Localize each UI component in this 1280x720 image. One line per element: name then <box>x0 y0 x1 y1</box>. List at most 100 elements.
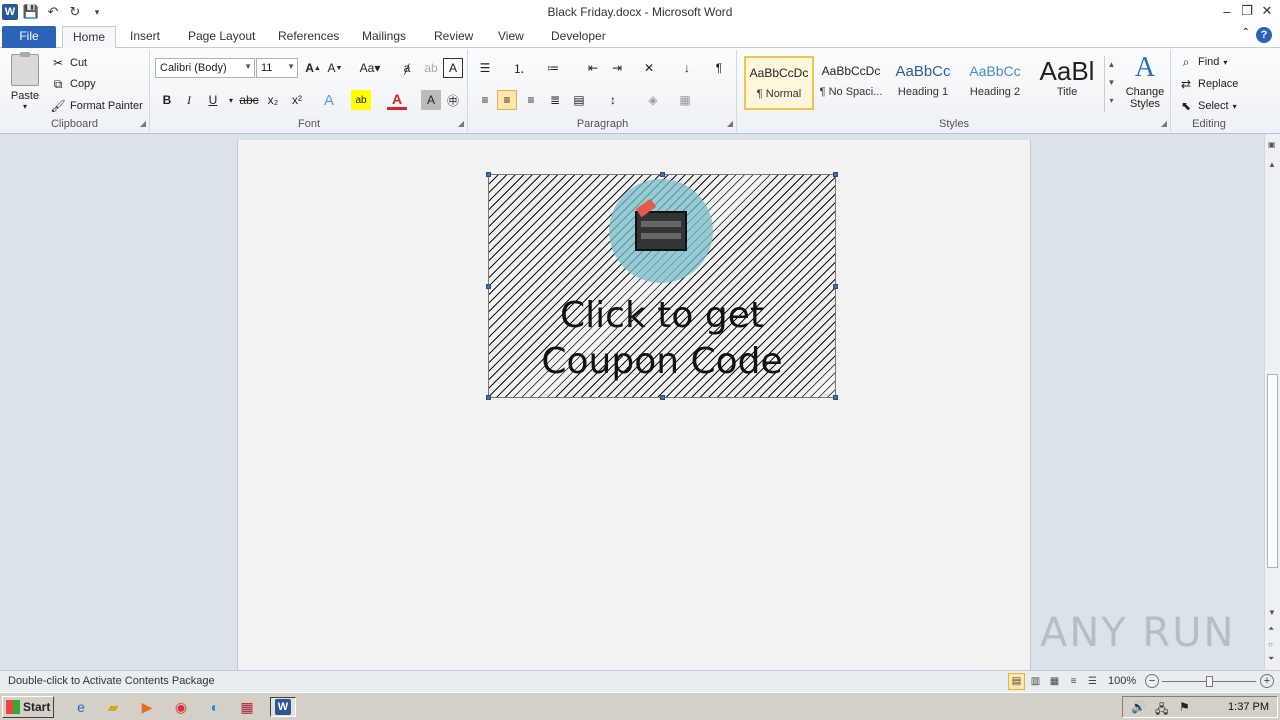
bullets-icon[interactable]: ☰ <box>475 58 495 78</box>
document-page[interactable]: Click to get Coupon Code <box>237 140 1031 670</box>
character-shading-icon[interactable]: A <box>421 90 441 110</box>
bold-button[interactable]: B <box>157 90 177 110</box>
tab-insert[interactable]: Insert <box>120 26 170 48</box>
resize-handle[interactable] <box>486 172 491 177</box>
tab-developer[interactable]: Developer <box>541 26 616 48</box>
line-spacing-icon[interactable]: ↕ <box>603 90 623 110</box>
justify-icon[interactable]: ≣ <box>545 90 565 110</box>
phonetic-guide-icon[interactable]: ab <box>421 58 441 78</box>
align-right-icon[interactable]: ≡ <box>521 90 541 110</box>
font-name-combo[interactable]: Calibri (Body) ▼ <box>155 58 255 78</box>
volume-icon[interactable]: 🔊 <box>1131 700 1146 714</box>
copy-button[interactable]: ⧉ Copy <box>50 74 96 94</box>
previous-page-icon[interactable]: ⏶ <box>1268 624 1274 634</box>
dialog-launcher-icon[interactable]: ◢ <box>458 119 464 128</box>
network-icon[interactable]: 🖧 <box>1155 700 1168 720</box>
embedded-package-object[interactable]: Click to get Coupon Code <box>486 172 838 400</box>
resize-handle[interactable] <box>660 172 665 177</box>
paste-button[interactable]: Paste ▾ <box>6 52 44 116</box>
word-taskbar-button[interactable]: W <box>270 697 296 717</box>
resize-handle[interactable] <box>833 395 838 400</box>
font-color-icon[interactable]: A <box>387 90 407 110</box>
minimize-icon[interactable]: – <box>1218 2 1236 20</box>
sort-icon[interactable]: ↓ <box>677 58 697 78</box>
ruler-toggle-icon[interactable]: ▣ <box>1268 140 1276 149</box>
asian-layout-icon[interactable]: ✕ <box>639 58 659 78</box>
underline-button[interactable]: U <box>203 90 223 110</box>
ie-icon[interactable]: e <box>70 697 92 717</box>
decrease-indent-icon[interactable]: ⇤ <box>583 58 603 78</box>
dialog-launcher-icon[interactable]: ◢ <box>140 119 146 128</box>
resize-handle[interactable] <box>660 395 665 400</box>
chrome-icon[interactable]: ◉ <box>170 697 192 717</box>
grow-font-icon[interactable]: A ▲ <box>303 58 323 78</box>
align-center-icon[interactable]: ≡ <box>497 90 517 110</box>
minimize-ribbon-icon[interactable]: ⌃ <box>1242 27 1250 43</box>
tab-file[interactable]: File <box>2 26 56 48</box>
edge-icon[interactable]: ◐ <box>204 697 226 717</box>
resize-handle[interactable] <box>833 172 838 177</box>
format-painter-button[interactable]: 🖌 Format Painter <box>50 96 142 116</box>
start-button[interactable]: Start <box>2 696 54 718</box>
style-normal[interactable]: AaBbCcDc ¶ Normal <box>744 56 814 110</box>
cut-button[interactable]: ✂ Cut <box>50 53 87 73</box>
text-effects-icon[interactable]: A <box>319 90 339 110</box>
resize-handle[interactable] <box>833 284 838 289</box>
strikethrough-button[interactable]: abc <box>237 90 261 110</box>
resize-handle[interactable] <box>486 284 491 289</box>
styles-scroll[interactable]: ▲ ▼ ▾ <box>1104 56 1118 112</box>
help-icon[interactable]: ? <box>1256 27 1272 43</box>
full-screen-reading-icon[interactable]: ▥ <box>1027 673 1044 690</box>
next-page-icon[interactable]: ⏷ <box>1268 654 1274 664</box>
scroll-up-icon[interactable]: ▲ <box>1268 160 1276 169</box>
tab-page-layout[interactable]: Page Layout <box>178 26 265 48</box>
media-player-icon[interactable]: ▶ <box>136 697 158 717</box>
restore-icon[interactable]: ❐ <box>1238 2 1256 20</box>
enclose-characters-icon[interactable]: ㊥ <box>443 90 463 110</box>
explorer-icon[interactable]: ▰ <box>102 697 124 717</box>
web-layout-icon[interactable]: ▦ <box>1046 673 1063 690</box>
multilevel-list-icon[interactable]: ≔ <box>543 58 563 78</box>
zoom-level[interactable]: 100% <box>1108 675 1136 687</box>
browse-object-icon[interactable]: ○ <box>1268 640 1273 649</box>
dialog-launcher-icon[interactable]: ◢ <box>727 119 733 128</box>
print-layout-icon[interactable]: ▤ <box>1008 673 1025 690</box>
style-heading-1[interactable]: AaBbCc Heading 1 <box>888 56 958 110</box>
borders-icon[interactable]: ▦ <box>675 90 695 110</box>
paste-dropdown-icon[interactable]: ▾ <box>6 102 44 111</box>
superscript-button[interactable]: x² <box>287 90 307 110</box>
zoom-slider-knob[interactable] <box>1206 676 1213 687</box>
zoom-out-icon[interactable]: − <box>1145 674 1159 688</box>
distributed-icon[interactable]: ▤ <box>569 90 589 110</box>
scroll-thumb[interactable] <box>1267 374 1278 568</box>
numbering-icon[interactable]: ⒈ <box>509 58 529 78</box>
increase-indent-icon[interactable]: ⇥ <box>607 58 627 78</box>
tab-home[interactable]: Home <box>62 26 117 49</box>
zoom-in-icon[interactable]: + <box>1260 674 1274 688</box>
winrar-icon[interactable]: ▦ <box>236 697 258 717</box>
tab-view[interactable]: View <box>488 26 534 48</box>
align-left-icon[interactable]: ≡ <box>475 90 495 110</box>
italic-button[interactable]: I <box>179 90 199 110</box>
highlight-icon[interactable]: ab <box>351 90 371 110</box>
clear-formatting-icon[interactable]: ⱥ <box>397 58 417 78</box>
close-icon[interactable]: ✕ <box>1258 2 1276 20</box>
tab-review[interactable]: Review <box>424 26 483 48</box>
shading-icon[interactable]: ◈ <box>643 90 663 110</box>
replace-button[interactable]: ⇄ Replace <box>1178 74 1238 94</box>
tab-mailings[interactable]: Mailings <box>352 26 416 48</box>
style-no-spacing[interactable]: AaBbCcDc ¶ No Spaci... <box>816 56 886 110</box>
select-button[interactable]: ⬉ Select ▾ <box>1178 96 1237 116</box>
style-title[interactable]: AaBl Title <box>1032 56 1102 110</box>
character-border-icon[interactable]: A <box>443 58 463 78</box>
change-case-icon[interactable]: Aa▾ <box>357 58 383 78</box>
resize-handle[interactable] <box>486 395 491 400</box>
show-marks-icon[interactable]: ¶ <box>709 58 729 78</box>
shrink-font-icon[interactable]: A ▼ <box>325 58 345 78</box>
font-size-combo[interactable]: 11 ▼ <box>256 58 298 78</box>
vertical-scrollbar[interactable]: ▣ ▲ ▼ ⏶ ○ ⏷ <box>1264 134 1280 670</box>
style-heading-2[interactable]: AaBbCc Heading 2 <box>960 56 1030 110</box>
dialog-launcher-icon[interactable]: ◢ <box>1161 119 1167 128</box>
scroll-down-icon[interactable]: ▼ <box>1268 608 1276 617</box>
find-button[interactable]: ⌕ Find ▾ <box>1178 52 1228 72</box>
